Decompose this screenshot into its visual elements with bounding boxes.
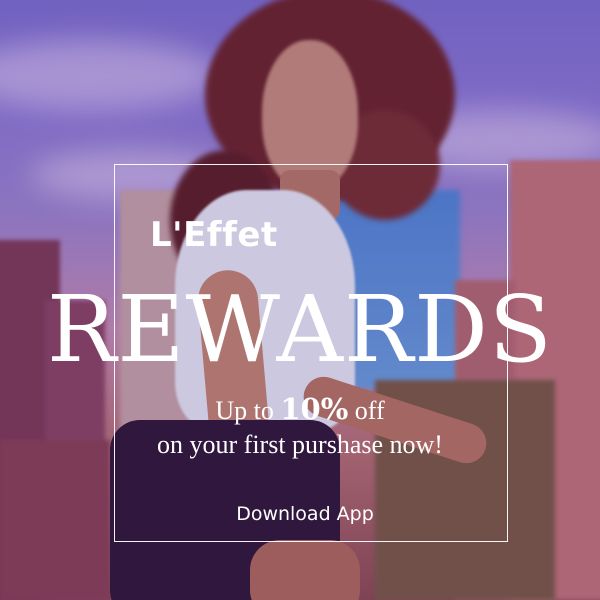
headline: REWARDS xyxy=(47,276,553,383)
offer-suffix: off xyxy=(354,396,385,425)
offer-line-2: on your first purshase now! xyxy=(157,430,443,459)
offer-percent: 10% xyxy=(280,392,349,426)
download-app-button[interactable]: Download App xyxy=(205,503,405,525)
brand-logo: L'Effet xyxy=(150,215,278,255)
rewards-ad: L'Effet REWARDS Up to 10% off on your fi… xyxy=(0,0,600,600)
offer-line-1: Up to 10% off xyxy=(0,392,600,426)
offer-prefix: Up to xyxy=(215,396,274,425)
